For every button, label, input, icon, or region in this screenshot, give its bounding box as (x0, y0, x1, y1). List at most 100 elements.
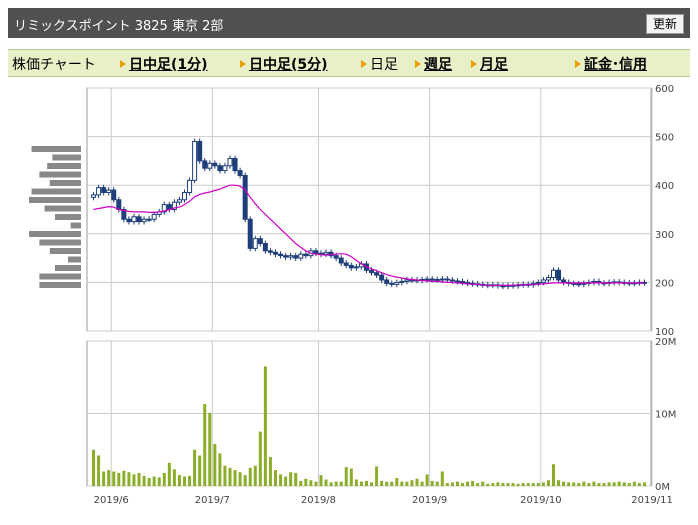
volume-bar (319, 475, 323, 486)
candle-body (374, 272, 380, 276)
candle-body (303, 253, 309, 257)
candle-body (561, 279, 567, 283)
volume-bar (258, 431, 262, 486)
volume-bar (546, 480, 550, 486)
volume-bar (354, 479, 358, 486)
volume-bar (137, 472, 141, 486)
volume-bar (445, 483, 449, 486)
volume-bar (172, 469, 176, 486)
candle-body (353, 266, 359, 269)
price-profile-bar (55, 265, 81, 271)
candle-body (576, 283, 582, 286)
candle-body (182, 191, 188, 201)
candle-body (556, 269, 562, 281)
candle-body (394, 281, 400, 285)
volume-bar (375, 466, 379, 486)
month-label: 2019/6 (94, 495, 129, 506)
volume-bar (637, 483, 641, 486)
stock-chart: 60050040030020010020M10M0M2019/6 2019/7 20… (29, 84, 676, 506)
candle-body (262, 243, 268, 252)
price-profile-bar (29, 231, 81, 237)
candle-body (399, 280, 405, 283)
volume-bar (461, 483, 465, 486)
candle-body (535, 281, 541, 284)
volume-bar (496, 482, 500, 486)
candle-body (101, 187, 107, 193)
volume-bar (177, 475, 181, 486)
candle-body (298, 253, 304, 259)
candle-body (232, 157, 238, 172)
candle-body (283, 255, 289, 258)
volume-bar (466, 481, 470, 486)
candle-body (313, 250, 319, 254)
candle-body (348, 264, 354, 269)
volume-bar (567, 482, 571, 486)
volume-bar (289, 472, 293, 486)
candle-body (581, 282, 587, 285)
volume-bar (349, 468, 353, 486)
volume-bar (253, 465, 257, 486)
candle-body (288, 255, 294, 258)
volume-bar (334, 481, 338, 486)
price-profile-bar (29, 197, 81, 203)
price-profile-bar (31, 146, 82, 152)
volume-bar (410, 480, 414, 486)
volume-bar (395, 478, 399, 486)
price-profile-bar (55, 214, 81, 220)
volume-bar (213, 443, 217, 486)
volume-bar (157, 477, 161, 486)
candle-body (141, 218, 147, 223)
volume-bar (147, 478, 151, 486)
volume-bar (132, 474, 136, 486)
volume-bar (208, 412, 212, 486)
volume-bar (506, 483, 510, 486)
volume-bar (314, 481, 318, 486)
volume-bar (233, 470, 237, 486)
volume-bar (516, 483, 520, 486)
candle-body (404, 279, 410, 282)
month-label: 2019/9 (412, 495, 447, 506)
volume-bar (152, 476, 156, 486)
volume-bar (117, 472, 121, 486)
volume-bar (268, 457, 272, 486)
candle-body (252, 238, 258, 249)
volume-bar (390, 481, 394, 486)
volume-bar (273, 470, 277, 486)
volume-bar (632, 481, 636, 486)
volume-bar (339, 481, 343, 486)
volume-bar (198, 455, 202, 486)
volume-bar (364, 480, 368, 486)
volume-bar (476, 483, 480, 486)
volume-bar (582, 481, 586, 486)
volume-bar (471, 480, 475, 486)
volume-bar (324, 479, 328, 486)
volume-bar (491, 483, 495, 486)
volume-bar (228, 467, 232, 486)
candle-body (449, 279, 455, 282)
candle-body (176, 199, 182, 203)
volume-bar (521, 483, 525, 486)
volume-tick-label: 10M (655, 410, 676, 421)
candle-body (369, 269, 375, 274)
candle-body (545, 277, 551, 281)
candle-body (212, 162, 218, 167)
volume-bar (329, 482, 333, 486)
volume-bar (284, 476, 288, 486)
price-profile-bar (49, 180, 81, 186)
volume-bar (481, 481, 485, 486)
volume-bar (536, 483, 540, 486)
candle-body (217, 165, 223, 172)
volume-bar (526, 483, 530, 486)
volume-bar (107, 470, 111, 486)
price-tick-label: 500 (655, 133, 674, 144)
month-label: 2019/8 (301, 495, 336, 506)
volume-bar (531, 483, 535, 486)
price-profile-bar (31, 188, 82, 195)
price-profile-bar (52, 154, 81, 161)
volume-bar (183, 476, 187, 486)
candle-body (389, 282, 395, 285)
volume-bar (223, 465, 227, 486)
candle-body (429, 278, 435, 281)
candle-body (379, 274, 385, 281)
volume-bar (642, 482, 646, 486)
